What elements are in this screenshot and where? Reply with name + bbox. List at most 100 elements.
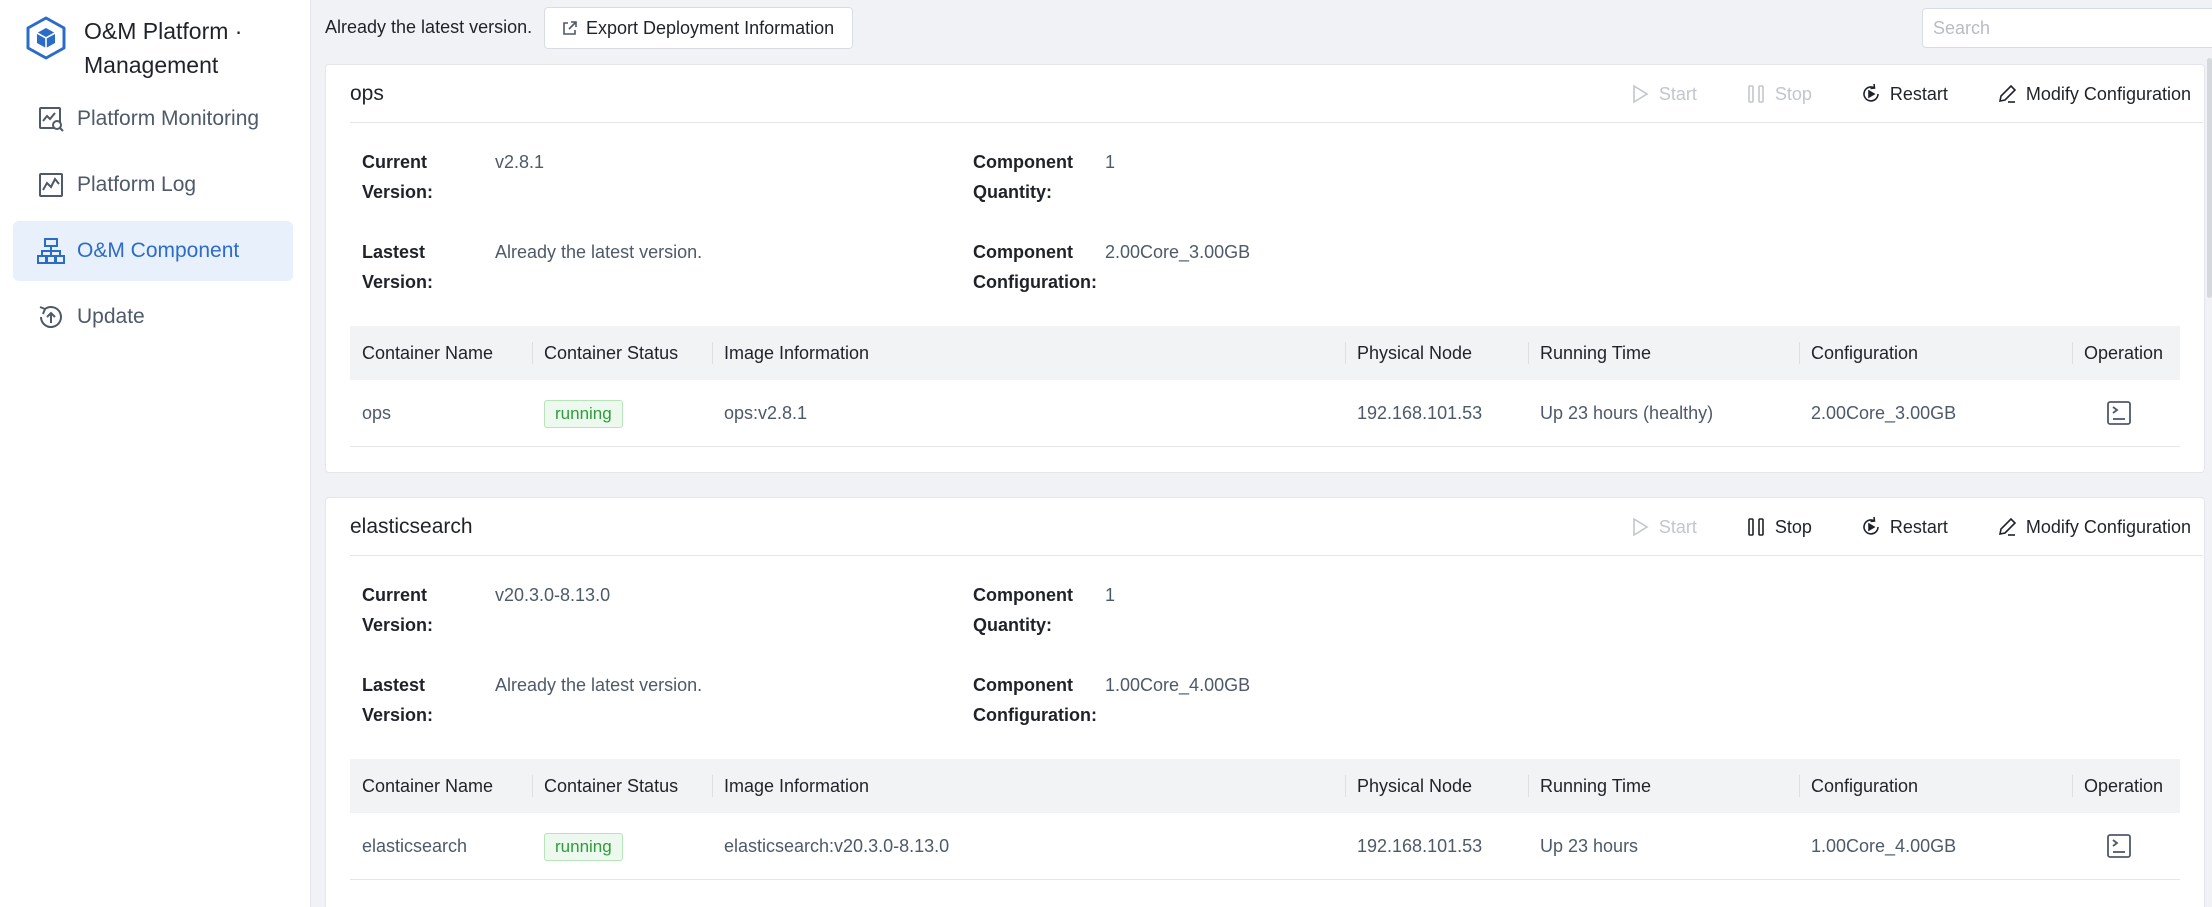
table-row: elasticsearch running elasticsearch:v20.…	[350, 813, 2180, 880]
restart-icon	[1863, 516, 1879, 535]
table-header: Container Name Container Status Image In…	[350, 326, 2180, 380]
external-link-icon	[563, 20, 577, 35]
play-icon	[1633, 517, 1649, 537]
component-card-elasticsearch: elasticsearch Start Stop Restart Modify …	[325, 497, 2205, 907]
latest-version-label: Lastest Version:	[362, 242, 434, 292]
restart-icon	[1863, 83, 1879, 102]
modify-configuration-button[interactable]: Modify Configuration	[1996, 83, 2191, 105]
table-row: ops running ops:v2.8.1 192.168.101.53 Up…	[350, 380, 2180, 447]
latest-version-label: Lastest Version:	[362, 675, 434, 725]
sidebar-item-label: O&M Component	[77, 239, 240, 262]
restart-button[interactable]: Restart	[1860, 83, 1948, 105]
component-name: elasticsearch	[350, 515, 473, 538]
running-time-cell: Up 23 hours	[1540, 836, 1639, 856]
start-button[interactable]: Start	[1629, 83, 1697, 105]
column-header: Image Information	[712, 759, 869, 813]
column-header: Operation	[2072, 759, 2163, 813]
component-configuration-value: 2.00Core_3.00GB	[1105, 242, 1251, 262]
card-header: elasticsearch Start Stop Restart Modify …	[350, 498, 2203, 556]
search-input[interactable]	[1922, 8, 2212, 48]
edit-icon	[1998, 84, 2017, 103]
component-actions: Start Stop Restart Modify Configuration	[1581, 498, 2191, 556]
sidebar-item-label: Platform Log	[77, 173, 197, 196]
table-header: Container Name Container Status Image In…	[350, 759, 2180, 813]
stop-button[interactable]: Stop	[1745, 83, 1812, 105]
brand-title: O&M Platform · Management	[84, 18, 243, 78]
sidebar: O&M Platform · Management Platform Monit…	[0, 0, 311, 907]
container-name-cell: elasticsearch	[362, 836, 468, 856]
log-chart-icon	[39, 173, 63, 197]
topbar: Already the latest version. Export Deplo…	[312, 0, 2212, 58]
running-time-cell: Up 23 hours (healthy)	[1540, 403, 1714, 423]
column-header: Container Name	[362, 776, 494, 796]
card-header: ops Start Stop Restart Modify Configurat…	[350, 65, 2203, 123]
modify-configuration-label: Modify Configuration	[2025, 516, 2191, 537]
column-header: Configuration	[1799, 326, 1918, 380]
edit-icon	[1998, 517, 2017, 536]
component-configuration-value: 1.00Core_4.00GB	[1105, 675, 1251, 695]
stop-label: Stop	[1774, 83, 1812, 104]
latest-version-value: Already the latest version.	[495, 675, 703, 695]
play-icon	[1633, 84, 1649, 104]
component-quantity-label: Component Quantity:	[973, 152, 1073, 202]
restart-label: Restart	[1889, 83, 1948, 104]
image-cell: elasticsearch:v20.3.0-8.13.0	[724, 836, 950, 856]
pause-icon	[1748, 518, 1764, 536]
current-version-label: Current Version:	[362, 152, 434, 202]
column-header: Container Name	[362, 343, 494, 363]
component-configuration-label: Component Configuration:	[973, 242, 1097, 292]
brand: O&M Platform · Management	[25, 14, 304, 82]
column-header: Running Time	[1528, 759, 1651, 813]
component-name: ops	[350, 82, 384, 105]
sidebar-item-label: Update	[77, 305, 145, 328]
terminal-icon[interactable]	[2106, 400, 2132, 426]
sidebar-item-update[interactable]: Update	[13, 287, 293, 347]
status-badge: running	[544, 400, 623, 428]
stop-button[interactable]: Stop	[1745, 516, 1812, 538]
column-header: Container Status	[532, 759, 678, 813]
main-content: Already the latest version. Export Deplo…	[312, 0, 2212, 907]
cube-logo-icon	[26, 16, 66, 60]
start-label: Start	[1658, 516, 1697, 537]
modify-configuration-label: Modify Configuration	[2025, 83, 2191, 104]
terminal-icon[interactable]	[2106, 833, 2132, 859]
component-quantity-value: 1	[1105, 585, 1116, 605]
monitor-chart-icon	[39, 107, 64, 132]
pause-icon	[1748, 85, 1764, 103]
component-actions: Start Stop Restart Modify Configuration	[1581, 65, 2191, 123]
sidebar-item-label: Platform Monitoring	[77, 107, 260, 130]
physical-node-cell: 192.168.101.53	[1357, 403, 1483, 423]
start-button[interactable]: Start	[1629, 516, 1697, 538]
current-version-label: Current Version:	[362, 585, 434, 635]
column-header: Running Time	[1528, 326, 1651, 380]
start-label: Start	[1658, 83, 1697, 104]
export-deployment-button[interactable]: Export Deployment Information	[544, 7, 854, 49]
column-header: Container Status	[532, 326, 678, 380]
latest-version-value: Already the latest version.	[495, 242, 703, 262]
column-header: Physical Node	[1345, 759, 1472, 813]
update-icon	[39, 306, 62, 328]
container-name-cell: ops	[362, 403, 392, 423]
column-header: Configuration	[1799, 759, 1918, 813]
scrollbar-thumb[interactable]	[2207, 58, 2212, 298]
component-configuration-label: Component Configuration:	[973, 675, 1097, 725]
restart-button[interactable]: Restart	[1860, 516, 1948, 538]
component-tree-icon	[37, 238, 65, 264]
sidebar-item-platform-monitoring[interactable]: Platform Monitoring	[13, 89, 293, 149]
component-quantity-value: 1	[1105, 152, 1116, 172]
sidebar-item-platform-log[interactable]: Platform Log	[13, 155, 293, 215]
sidebar-item-om-component[interactable]: O&M Component	[13, 221, 293, 281]
modify-configuration-button[interactable]: Modify Configuration	[1996, 516, 2191, 538]
status-badge: running	[544, 833, 623, 861]
current-version-value: v20.3.0-8.13.0	[495, 585, 611, 605]
image-cell: ops:v2.8.1	[724, 403, 808, 423]
version-status-text: Already the latest version.	[325, 17, 533, 37]
column-header: Operation	[2072, 326, 2163, 380]
column-header: Physical Node	[1345, 326, 1472, 380]
component-card-ops: ops Start Stop Restart Modify Configurat…	[325, 64, 2205, 473]
configuration-cell: 2.00Core_3.00GB	[1811, 403, 1957, 423]
configuration-cell: 1.00Core_4.00GB	[1811, 836, 1957, 856]
current-version-value: v2.8.1	[495, 152, 545, 172]
physical-node-cell: 192.168.101.53	[1357, 836, 1483, 856]
stop-label: Stop	[1774, 516, 1812, 537]
